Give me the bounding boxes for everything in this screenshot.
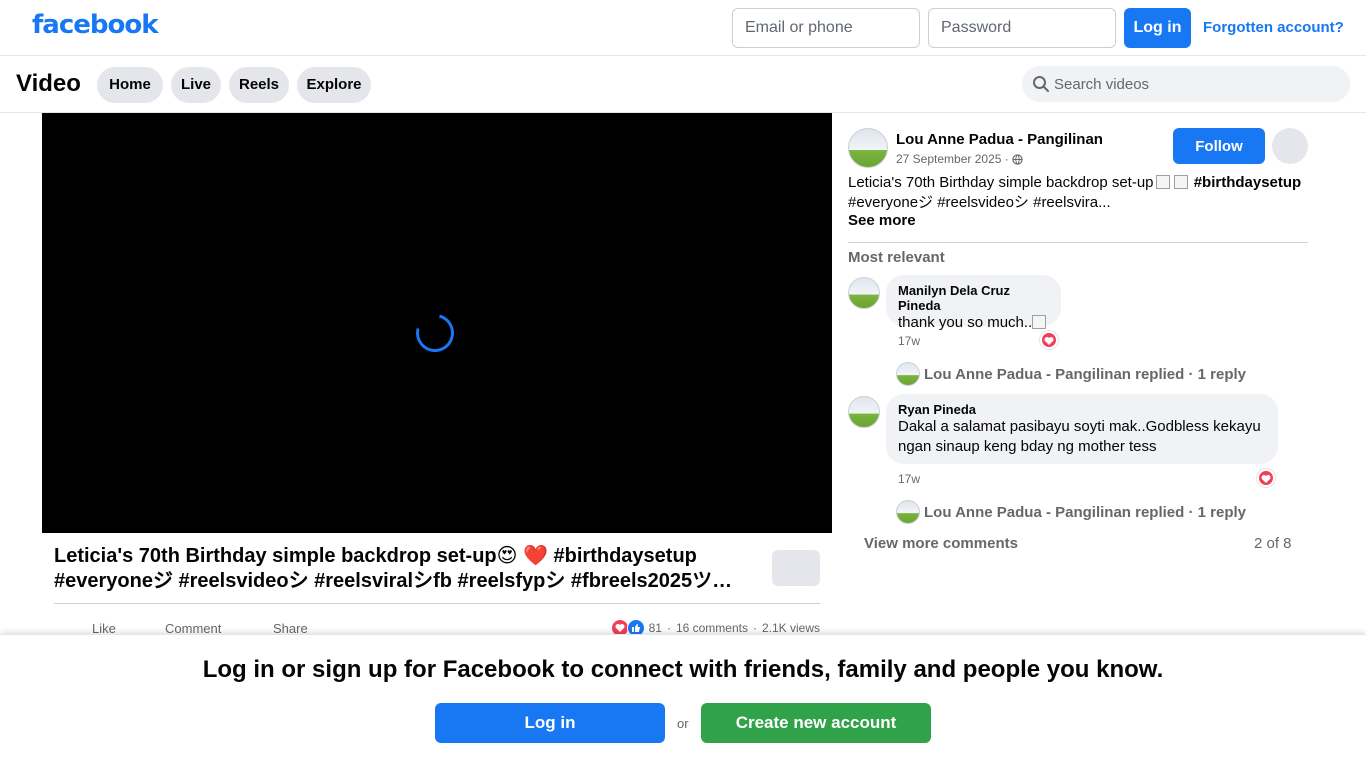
reply-text[interactable]: Lou Anne Padua - Pangilinan replied · 1 …	[924, 366, 1246, 383]
facebook-logo[interactable]: facebook	[32, 10, 159, 40]
caption-text: Leticia's 70th Birthday simple backdrop …	[848, 174, 1154, 191]
views-count: 2.1K views	[761, 621, 820, 635]
replies-link[interactable]: Lou Anne Padua - Pangilinan replied · 1 …	[896, 362, 1246, 386]
caption-hashtags[interactable]: #everyoneジ #reelsvideoシ #reelsvira...	[848, 194, 1111, 211]
reply-avatar	[896, 500, 920, 524]
signup-banner: Log in or sign up for Facebook to connec…	[0, 634, 1366, 768]
tab-explore[interactable]: Explore	[297, 67, 371, 103]
video-title-line1: Leticia's 70th Birthday simple backdrop …	[54, 545, 697, 567]
comment-text-line1: Dakal a salamat pasibayu soyti mak..Godb…	[898, 418, 1261, 435]
create-account-button[interactable]: Create new account	[701, 703, 931, 743]
reply-text[interactable]: Lou Anne Padua - Pangilinan replied · 1 …	[924, 504, 1246, 521]
comment-time[interactable]: 17w	[898, 334, 920, 348]
replies-link[interactable]: Lou Anne Padua - Pangilinan replied · 1 …	[896, 500, 1246, 524]
comment-bubble: Manilyn Dela Cruz Pineda thank you so mu…	[886, 275, 1061, 331]
post-caption: Leticia's 70th Birthday simple backdrop …	[848, 173, 1308, 212]
divider	[54, 603, 820, 604]
broken-image-icon	[1155, 175, 1170, 189]
search-input[interactable]	[1054, 66, 1344, 102]
tab-home[interactable]: Home	[97, 67, 163, 103]
reply-avatar	[896, 362, 920, 386]
comment-time[interactable]: 17w	[898, 472, 920, 486]
video-player[interactable]	[42, 113, 832, 533]
video-title-line2: #everyoneジ #reelsvideoシ #reelsviralシfb #…	[54, 570, 733, 592]
post-options-button[interactable]	[1272, 128, 1308, 164]
banner-message: Log in or sign up for Facebook to connec…	[202, 656, 1164, 683]
post-date: 27 September 2025 ·	[896, 152, 1023, 166]
view-more-comments-link[interactable]: View more comments	[864, 535, 1018, 552]
comment-page-count: 2 of 8	[1254, 535, 1292, 552]
email-field[interactable]	[732, 8, 920, 48]
comment-avatar[interactable]	[848, 396, 880, 428]
loading-spinner-icon	[409, 307, 461, 359]
commenter-name[interactable]: Manilyn Dela Cruz Pineda	[898, 283, 1049, 313]
author-name[interactable]: Lou Anne Padua - Pangilinan	[896, 131, 1103, 148]
broken-image-icon	[1173, 175, 1188, 189]
commenter-name[interactable]: Ryan Pineda	[898, 402, 1266, 417]
divider	[848, 242, 1308, 243]
follow-button[interactable]: Follow	[1173, 128, 1265, 164]
page-title: Video	[16, 70, 81, 97]
banner-or-text: or	[677, 716, 689, 731]
post-date-text: 27 September 2025 ·	[896, 152, 1009, 166]
login-button[interactable]: Log in	[1124, 8, 1191, 48]
video-nav: Video Home Live Reels Explore	[0, 57, 1366, 113]
love-reaction-icon[interactable]	[1257, 469, 1275, 487]
hashtag-link[interactable]: #birthdaysetup	[1194, 174, 1302, 191]
forgotten-account-link[interactable]: Forgotten account?	[1203, 19, 1344, 36]
comments-count[interactable]: 16 comments	[676, 621, 748, 635]
comment-text-line2: ngan sinaup keng bday ng mother tess	[898, 438, 1157, 455]
password-field[interactable]	[928, 8, 1116, 48]
broken-image-icon	[1032, 315, 1047, 329]
see-more-link[interactable]: See more	[848, 212, 916, 229]
reaction-count[interactable]: 81	[649, 621, 662, 635]
comment-avatar[interactable]	[848, 277, 880, 309]
tab-live[interactable]: Live	[171, 67, 221, 103]
banner-login-button[interactable]: Log in	[435, 703, 665, 743]
top-bar: facebook Log in Forgotten account?	[0, 0, 1366, 56]
author-avatar[interactable]	[848, 128, 888, 168]
globe-icon	[1012, 153, 1023, 165]
love-reaction-icon[interactable]	[1040, 331, 1058, 349]
comment-bubble: Ryan Pineda Dakal a salamat pasibayu soy…	[886, 394, 1278, 464]
search-icon	[1033, 76, 1049, 92]
search-box[interactable]	[1022, 66, 1350, 102]
video-title: Leticia's 70th Birthday simple backdrop …	[54, 544, 754, 594]
comment-sort-dropdown[interactable]: Most relevant	[848, 249, 945, 266]
comment-text: thank you so much..	[898, 313, 1049, 333]
more-options-button[interactable]	[772, 550, 820, 586]
tab-reels[interactable]: Reels	[229, 67, 289, 103]
